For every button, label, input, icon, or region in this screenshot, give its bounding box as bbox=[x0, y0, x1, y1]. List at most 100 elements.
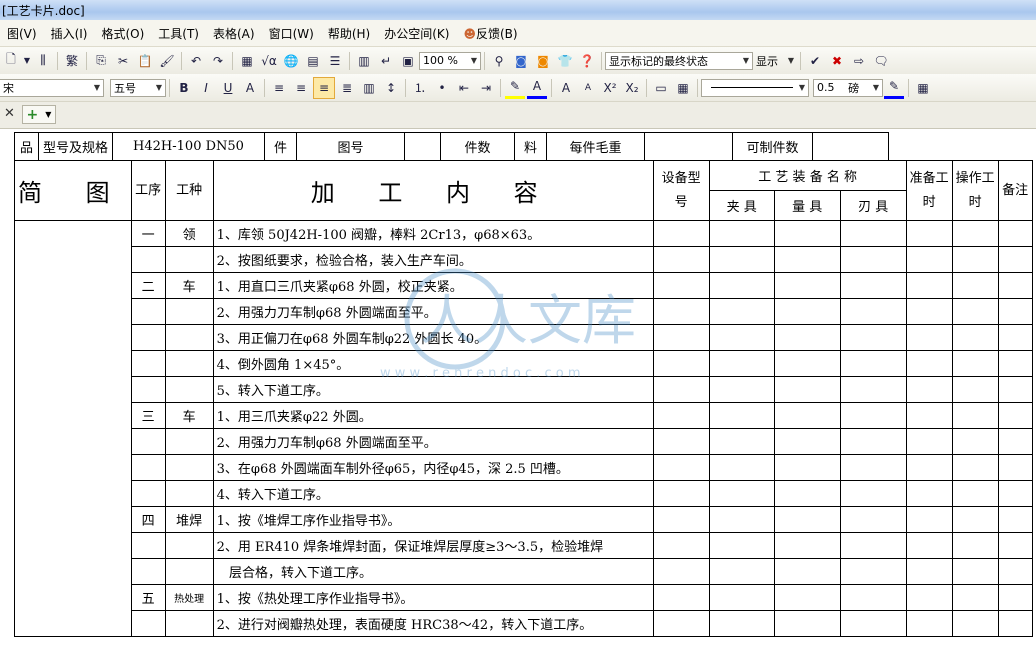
dropdown-arrow-icon[interactable]: ▼ bbox=[23, 51, 31, 71]
content-cell[interactable]: 层合格，转入下道工序。 bbox=[212, 558, 654, 585]
split-icon[interactable]: ⫼ bbox=[33, 51, 53, 71]
bold-icon[interactable]: B bbox=[174, 78, 194, 98]
content-cell[interactable]: 1、按《堆焊工序作业指导书》。 bbox=[212, 506, 654, 533]
new-doc-icon[interactable]: 🗋 bbox=[1, 51, 21, 71]
table-props-icon[interactable]: ▦ bbox=[673, 78, 693, 98]
font-color-icon[interactable]: A bbox=[527, 76, 547, 99]
line-style-select[interactable]: ▼ bbox=[701, 78, 809, 97]
kind-header: 工种 bbox=[164, 160, 214, 221]
content-cell[interactable]: 2、进行对阀瓣热处理，表面硬度 HRC38～42，转入下道工序。 bbox=[212, 610, 654, 637]
doc-map-icon[interactable]: ▥ bbox=[354, 51, 374, 71]
drawing-no-value[interactable] bbox=[404, 132, 441, 161]
superscript-icon[interactable]: X² bbox=[600, 78, 620, 98]
line-weight-select[interactable]: 0.5 磅 ▼ bbox=[813, 78, 883, 97]
reject-change-icon[interactable]: ✖ bbox=[827, 51, 847, 71]
style-select[interactable]: 宋 ▼ bbox=[0, 78, 104, 97]
content-cell[interactable]: 4、转入下道工序。 bbox=[212, 480, 654, 507]
content-cell[interactable]: 1、库领 50J42H-100 阀瓣，棒料 2Cr13，φ68×63。 bbox=[212, 220, 654, 247]
grid-icon[interactable]: ▤ bbox=[303, 51, 323, 71]
bullet-list-icon[interactable]: • bbox=[432, 78, 452, 98]
blue-app-icon[interactable]: ◙ bbox=[511, 51, 531, 71]
table-row: 3、在φ68 外圆端面车制外径φ65，内径φ45，深 2.5 凹槽。 bbox=[15, 454, 1033, 481]
shirt-icon[interactable]: 👕 bbox=[555, 51, 575, 71]
content-cell[interactable]: 4、倒外圆角 1×45°。 bbox=[212, 350, 654, 377]
copy-icon[interactable]: ⎘ bbox=[91, 51, 111, 71]
border-color-icon[interactable]: ✎ bbox=[884, 76, 904, 99]
document-area[interactable]: 品 型号及规格 H42H-100 DN50 件 图号 件数 料 每件毛重 可制件… bbox=[0, 129, 1036, 656]
content-cell[interactable]: 1、按《热处理工序作业指导书》。 bbox=[212, 584, 654, 611]
new-tab-button[interactable]: + ▼ bbox=[22, 105, 56, 124]
numbered-list-icon[interactable]: ⒈ bbox=[410, 78, 430, 98]
underline-icon[interactable]: U bbox=[218, 78, 238, 98]
content-cell[interactable]: 5、转入下道工序。 bbox=[212, 376, 654, 403]
sketch-cell[interactable] bbox=[14, 220, 132, 637]
binoculars-icon[interactable]: ⚲ bbox=[489, 51, 509, 71]
align-right-icon[interactable]: ≡ bbox=[313, 76, 335, 99]
decrease-indent-icon[interactable]: ⇤ bbox=[454, 78, 474, 98]
format-painter-icon[interactable]: 🖌 bbox=[157, 51, 177, 71]
content-cell[interactable]: 2、用强力刀车制φ68 外圆端面至平。 bbox=[212, 298, 654, 325]
menu-insert[interactable]: 插入(I) bbox=[44, 25, 95, 42]
subscript-icon[interactable]: X₂ bbox=[622, 78, 642, 98]
separator bbox=[908, 78, 909, 97]
paste-icon[interactable]: 📋 bbox=[135, 51, 155, 71]
menu-table[interactable]: 表格(A) bbox=[206, 25, 262, 42]
increase-indent-icon[interactable]: ⇥ bbox=[476, 78, 496, 98]
close-icon[interactable]: ✕ bbox=[4, 106, 15, 121]
kind-cell bbox=[164, 610, 214, 637]
kind-cell bbox=[164, 428, 214, 455]
help-icon[interactable]: ❓ bbox=[577, 51, 597, 71]
content-cell[interactable]: 1、用直口三爪夹紧φ68 外圆，校正夹紧。 bbox=[212, 272, 654, 299]
borders-icon[interactable]: ▦ bbox=[913, 78, 933, 98]
content-cell[interactable]: 2、用强力刀车制φ68 外圆端面至平。 bbox=[212, 428, 654, 455]
next-change-icon[interactable]: ⇨ bbox=[849, 51, 869, 71]
justify-icon[interactable]: ≣ bbox=[337, 78, 357, 98]
cut-icon[interactable]: ✂ bbox=[113, 51, 133, 71]
highlight-icon[interactable]: ✎ bbox=[505, 76, 525, 99]
shrink-font-icon[interactable]: A bbox=[578, 78, 598, 98]
align-left-icon[interactable]: ≡ bbox=[269, 78, 289, 98]
paragraph-marks-icon[interactable]: ↵ bbox=[376, 51, 396, 71]
show-menu-button[interactable]: 显示 ▼ bbox=[753, 52, 797, 70]
menu-help[interactable]: 帮助(H) bbox=[321, 25, 377, 42]
italic-icon[interactable]: I bbox=[196, 78, 216, 98]
menu-format[interactable]: 格式(O) bbox=[94, 25, 151, 42]
font-effects-icon[interactable]: A bbox=[240, 78, 260, 98]
track-changes-select[interactable]: 显示标记的最终状态 ▼ bbox=[605, 51, 753, 70]
redo-icon[interactable]: ↷ bbox=[208, 51, 228, 71]
text-box-icon[interactable]: ▭ bbox=[651, 78, 671, 98]
menu-view[interactable]: 图(V) bbox=[0, 25, 44, 42]
font-size-select[interactable]: 五号 ▼ bbox=[110, 78, 166, 97]
formula-icon[interactable]: √α bbox=[259, 51, 279, 71]
content-cell[interactable]: 2、用 ER410 焊条堆焊封面，保证堆焊层厚度≥3～3.5，检验堆焊 bbox=[212, 532, 654, 559]
traditional-chinese-icon[interactable]: 繁 bbox=[62, 51, 82, 71]
table-row: 一 领 1、库领 50J42H-100 阀瓣，棒料 2Cr13，φ68×63。 bbox=[14, 220, 1033, 637]
process-no-cell: 三 bbox=[130, 402, 166, 429]
menu-office-space[interactable]: 办公空间(K) bbox=[377, 25, 456, 42]
comment-icon[interactable]: 🗨 bbox=[871, 51, 891, 71]
weight-value[interactable] bbox=[644, 132, 733, 161]
menu-window[interactable]: 窗口(W) bbox=[262, 25, 321, 42]
undo-icon[interactable]: ↶ bbox=[186, 51, 206, 71]
document-tab-row: ✕ + ▼ bbox=[0, 102, 1036, 129]
columns-icon[interactable]: ☰ bbox=[325, 51, 345, 71]
content-cell[interactable]: 3、用正偏刀在φ68 外圆车制φ22 外圆长 40。 bbox=[212, 324, 654, 351]
table-insert-icon[interactable]: ▦ bbox=[237, 51, 257, 71]
align-center-icon[interactable]: ≡ bbox=[291, 78, 311, 98]
grow-font-icon[interactable]: A bbox=[556, 78, 576, 98]
globe-icon[interactable]: 🌐 bbox=[281, 51, 301, 71]
makeable-value[interactable] bbox=[812, 132, 889, 161]
page-view-icon[interactable]: ▣ bbox=[398, 51, 418, 71]
content-cell[interactable]: 3、在φ68 外圆端面车制外径φ65，内径φ45，深 2.5 凹槽。 bbox=[212, 454, 654, 481]
menu-tools[interactable]: 工具(T) bbox=[151, 25, 206, 42]
equip-model-header: 设备型号 bbox=[652, 160, 710, 221]
line-spacing-icon[interactable]: ↕ bbox=[381, 78, 401, 98]
gauge-header: 量 具 bbox=[773, 190, 841, 221]
content-cell[interactable]: 1、用三爪夹紧φ22 外圆。 bbox=[212, 402, 654, 429]
accept-change-icon[interactable]: ✔ bbox=[805, 51, 825, 71]
distribute-icon[interactable]: ▥ bbox=[359, 78, 379, 98]
menu-feedback[interactable]: ☻反馈(B) bbox=[456, 25, 524, 42]
orange-app-icon[interactable]: ◙ bbox=[533, 51, 553, 71]
zoom-select[interactable]: 100 % ▼ bbox=[419, 51, 481, 70]
content-cell[interactable]: 2、按图纸要求，检验合格，装入生产车间。 bbox=[212, 246, 654, 273]
